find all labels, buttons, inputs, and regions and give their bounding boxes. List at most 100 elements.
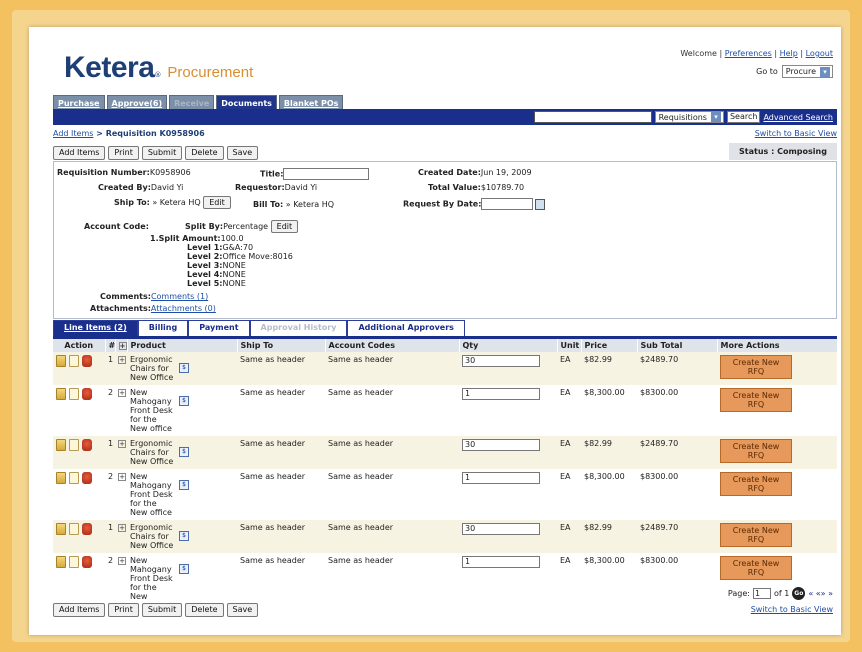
- delete-icon[interactable]: [82, 439, 92, 451]
- requestor-value: David Yi: [284, 183, 318, 192]
- brand-name: Ketera: [64, 51, 155, 84]
- tab-payment[interactable]: Payment: [188, 320, 250, 336]
- clipboard-icon[interactable]: [56, 388, 66, 400]
- create-rfq-button[interactable]: Create New RFQ: [720, 556, 792, 580]
- tab-line-items[interactable]: Line Items (2): [53, 320, 138, 336]
- product-detail-icon[interactable]: $: [179, 363, 189, 373]
- expand-all-icon[interactable]: +: [118, 342, 127, 350]
- search-input[interactable]: [533, 111, 652, 123]
- create-rfq-button[interactable]: Create New RFQ: [720, 355, 792, 379]
- table-row: 1 + Ergonomic Chairs for New Office $ Same a…: [53, 520, 837, 553]
- delete-icon[interactable]: [82, 355, 92, 367]
- request-by-date-input[interactable]: [481, 198, 534, 210]
- search-button[interactable]: Search: [726, 111, 761, 123]
- product-name: Ergonomic Chairs for New Office: [130, 439, 174, 466]
- switch-basic-view-link[interactable]: Switch to Basic View: [755, 129, 837, 138]
- level-label: Level 3:: [187, 261, 223, 270]
- save-button[interactable]: Save: [226, 603, 259, 617]
- title-input[interactable]: [283, 168, 370, 180]
- page-nav-arrows[interactable]: « «» »: [808, 589, 833, 598]
- qty-input[interactable]: 1: [462, 556, 540, 568]
- note-icon[interactable]: [69, 472, 79, 484]
- note-icon[interactable]: [69, 355, 79, 367]
- expand-icon[interactable]: +: [118, 389, 126, 397]
- product-detail-icon[interactable]: $: [179, 396, 189, 406]
- advanced-search-link[interactable]: Advanced Search: [763, 113, 833, 122]
- breadcrumb-add-items[interactable]: Add Items: [53, 129, 93, 138]
- clipboard-icon[interactable]: [56, 556, 66, 568]
- logout-link[interactable]: Logout: [806, 49, 833, 58]
- qty-input[interactable]: 30: [462, 439, 540, 451]
- note-icon[interactable]: [69, 523, 79, 535]
- note-icon[interactable]: [69, 556, 79, 568]
- attachments-link[interactable]: Attachments (0): [151, 304, 216, 313]
- delete-icon[interactable]: [82, 388, 92, 400]
- add-items-button[interactable]: Add Items: [53, 146, 106, 160]
- product-detail-icon[interactable]: $: [179, 480, 189, 490]
- expand-icon[interactable]: +: [118, 440, 126, 448]
- account-codes-cell: Same as header: [325, 436, 459, 469]
- delete-icon[interactable]: [82, 556, 92, 568]
- submit-button[interactable]: Submit: [141, 603, 183, 617]
- save-button[interactable]: Save: [226, 146, 259, 160]
- account-levels: Level 1:G&A:70 Level 2:Office Move:8016 …: [187, 243, 293, 288]
- create-rfq-button[interactable]: Create New RFQ: [720, 472, 792, 496]
- delete-button[interactable]: Delete: [185, 603, 224, 617]
- note-icon[interactable]: [69, 439, 79, 451]
- account-code-edit-button[interactable]: Edit: [270, 220, 299, 233]
- ship-to-label: Ship To:: [114, 198, 150, 207]
- create-rfq-button[interactable]: Create New RFQ: [720, 439, 792, 463]
- switch-basic-view-link[interactable]: Switch to Basic View: [751, 605, 833, 614]
- add-items-button[interactable]: Add Items: [53, 603, 106, 617]
- comments-link[interactable]: Comments (1): [151, 292, 208, 301]
- clipboard-icon[interactable]: [56, 523, 66, 535]
- clipboard-icon[interactable]: [56, 472, 66, 484]
- qty-input[interactable]: 30: [462, 355, 540, 367]
- preferences-link[interactable]: Preferences: [725, 49, 772, 58]
- breadcrumb: Add Items > Requisition K0958906: [53, 129, 205, 138]
- qty-input[interactable]: 30: [462, 523, 540, 535]
- qty-input[interactable]: 1: [462, 388, 540, 400]
- level-label: Level 5:: [187, 279, 223, 288]
- ship-to-edit-button[interactable]: Edit: [203, 196, 231, 209]
- note-icon[interactable]: [69, 388, 79, 400]
- product-detail-icon[interactable]: $: [179, 564, 189, 574]
- help-link[interactable]: Help: [780, 49, 798, 58]
- row-number: 1: [105, 352, 115, 385]
- delete-icon[interactable]: [82, 523, 92, 535]
- search-type-select[interactable]: Requisitions ▾: [654, 111, 724, 123]
- print-button[interactable]: Print: [108, 603, 139, 617]
- col-account-codes: Account Codes: [325, 339, 460, 352]
- account-codes-cell: Same as header: [325, 553, 459, 604]
- pagination: Page: 1 of 1 Go « «» »: [728, 587, 833, 600]
- create-rfq-button[interactable]: Create New RFQ: [720, 388, 792, 412]
- product-detail-icon[interactable]: $: [179, 447, 189, 457]
- create-rfq-button[interactable]: Create New RFQ: [720, 523, 792, 547]
- level-value: NONE: [222, 261, 246, 270]
- clipboard-icon[interactable]: [56, 439, 66, 451]
- expand-icon[interactable]: +: [118, 557, 126, 565]
- delete-icon[interactable]: [82, 472, 92, 484]
- tab-billing[interactable]: Billing: [137, 320, 189, 336]
- calendar-icon[interactable]: [535, 198, 546, 210]
- go-button[interactable]: Go: [792, 587, 806, 600]
- page-input[interactable]: 1: [752, 588, 771, 599]
- chevron-down-icon: ▾: [820, 66, 830, 77]
- delete-button[interactable]: Delete: [185, 146, 224, 160]
- action-cell: [53, 385, 105, 436]
- print-button[interactable]: Print: [108, 146, 139, 160]
- tab-additional-approvers[interactable]: Additional Approvers: [347, 320, 465, 336]
- qty-input[interactable]: 1: [462, 472, 540, 484]
- row-number: 2: [105, 553, 115, 604]
- expand-icon[interactable]: +: [118, 356, 126, 364]
- submit-button[interactable]: Submit: [141, 146, 183, 160]
- col-ship-to: Ship To: [237, 339, 326, 352]
- clipboard-icon[interactable]: [56, 355, 66, 367]
- level-label: Level 1:: [187, 243, 223, 252]
- product-detail-icon[interactable]: $: [179, 531, 189, 541]
- req-number-label: Requisition Number:: [57, 168, 150, 177]
- product-name: New Mahogany Front Desk for the New offi…: [130, 388, 173, 433]
- expand-icon[interactable]: +: [118, 524, 126, 532]
- expand-icon[interactable]: +: [118, 473, 126, 481]
- goto-select[interactable]: Procure ▾: [781, 65, 833, 78]
